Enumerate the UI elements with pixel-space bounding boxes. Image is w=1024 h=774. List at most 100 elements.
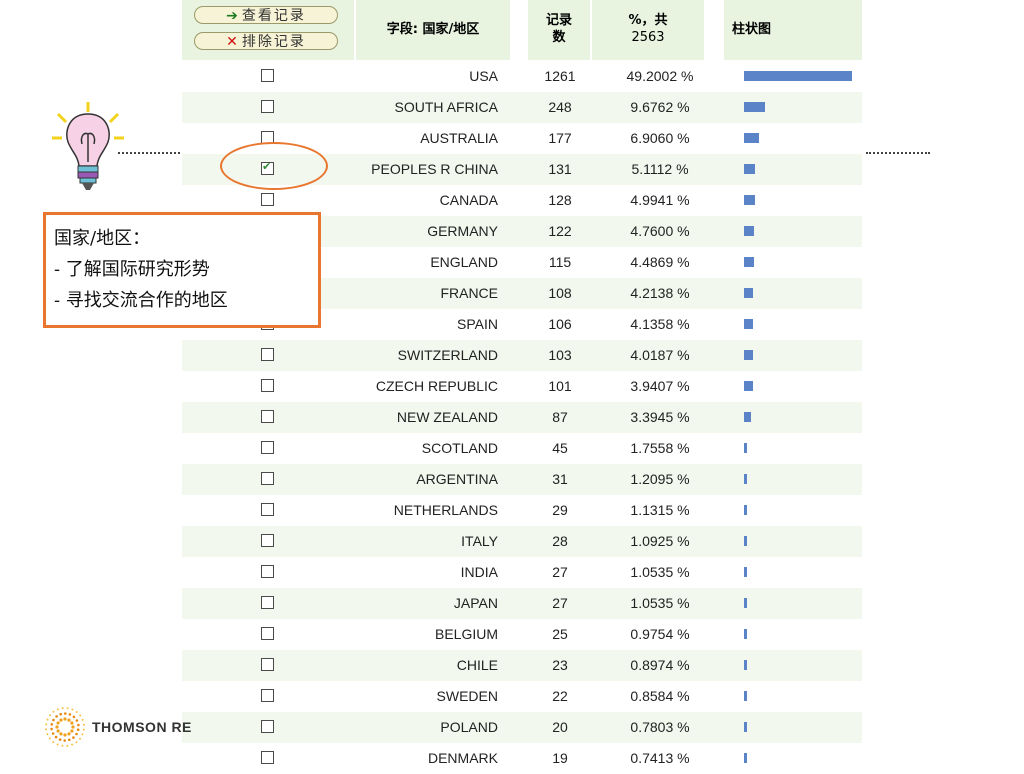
percent-value: 0.8974 % [630, 657, 690, 673]
share-bar [744, 350, 753, 360]
record-count: 45 [552, 440, 568, 456]
percent-value: 6.9060 % [630, 130, 690, 146]
thomson-logo-icon [44, 706, 86, 748]
record-count: 28 [552, 533, 568, 549]
share-bar [744, 381, 753, 391]
record-count: 115 [548, 254, 572, 270]
share-bar [744, 319, 753, 329]
row-checkbox[interactable] [261, 410, 274, 423]
row-checkbox[interactable] [261, 720, 274, 733]
percent-value: 3.9407 % [630, 378, 690, 394]
record-count: 128 [548, 192, 572, 208]
header-field-cell: 字段: 国家/地区 [356, 0, 510, 60]
country-name: USA [469, 68, 498, 84]
table-row: INDIA 27 1.0535 % [182, 557, 862, 588]
record-count: 22 [552, 688, 568, 704]
share-bar [744, 288, 753, 298]
header-chart: 柱状图 [732, 22, 772, 37]
logo-text: THOMSON RE [92, 719, 192, 735]
record-count: 29 [552, 502, 568, 518]
country-name: CANADA [439, 192, 498, 208]
record-count: 25 [552, 626, 568, 642]
percent-value: 1.2095 % [630, 471, 690, 487]
header-pct: %，共 2563 [628, 13, 668, 45]
row-checkbox[interactable] [261, 658, 274, 671]
share-bar [744, 412, 751, 422]
country-name: NETHERLANDS [393, 502, 498, 518]
share-bar [744, 660, 747, 670]
country-name: ARGENTINA [416, 471, 498, 487]
percent-value: 1.1315 % [630, 502, 690, 518]
row-checkbox[interactable] [261, 689, 274, 702]
share-bar [744, 753, 747, 763]
record-count: 1261 [544, 68, 576, 84]
row-checkbox[interactable] [261, 503, 274, 516]
view-records-button[interactable]: ➔ 查看记录 [194, 6, 338, 24]
percent-value: 0.8584 % [630, 688, 690, 704]
percent-value: 0.7803 % [630, 719, 690, 735]
row-checkbox[interactable] [261, 100, 274, 113]
percent-value: 1.0535 % [630, 564, 690, 580]
row-checkbox[interactable] [261, 534, 274, 547]
row-checkbox[interactable] [261, 596, 274, 609]
record-count: 19 [552, 750, 568, 766]
row-checkbox[interactable] [261, 441, 274, 454]
record-count: 101 [548, 378, 572, 394]
annotation-box: 国家/地区： - 了解国际研究形势 - 寻找交流合作的地区 [43, 212, 321, 328]
country-name: BELGIUM [434, 626, 498, 642]
row-checkbox[interactable] [261, 69, 274, 82]
table-row: ARGENTINA 31 1.2095 % [182, 464, 862, 495]
x-mark-icon: ✕ [226, 34, 238, 50]
share-bar [744, 629, 747, 639]
table-row: CZECH REPUBLIC 101 3.9407 % [182, 371, 862, 402]
share-bar [744, 71, 852, 81]
row-checkbox[interactable] [261, 379, 274, 392]
percent-value: 4.0187 % [630, 347, 690, 363]
share-bar [744, 102, 765, 112]
arrow-right-icon: ➔ [226, 8, 238, 24]
percent-value: 4.9941 % [630, 192, 690, 208]
share-bar [744, 474, 747, 484]
percent-value: 4.7600 % [630, 223, 690, 239]
share-bar [744, 195, 755, 205]
share-bar [744, 536, 747, 546]
table-row: SOUTH AFRICA 248 9.6762 % [182, 92, 862, 123]
table-row: SWEDEN 22 0.8584 % [182, 681, 862, 712]
header-count: 记录 数 [545, 13, 572, 45]
row-checkbox[interactable] [261, 193, 274, 206]
country-name: CHILE [456, 657, 498, 673]
header-actions-cell: ➔ 查看记录 ✕ 排除记录 [182, 0, 354, 60]
record-count: 131 [548, 161, 572, 177]
country-name: ENGLAND [430, 254, 498, 270]
record-count: 23 [552, 657, 568, 673]
share-bar [744, 133, 759, 143]
row-checkbox[interactable] [261, 565, 274, 578]
record-count: 108 [548, 285, 572, 301]
row-checkbox[interactable] [261, 472, 274, 485]
percent-value: 1.0925 % [630, 533, 690, 549]
percent-value: 4.1358 % [630, 316, 690, 332]
table-row: NETHERLANDS 29 1.1315 % [182, 495, 862, 526]
highlight-ellipse [220, 142, 328, 190]
record-count: 248 [548, 99, 572, 115]
percent-value: 3.3945 % [630, 409, 690, 425]
country-name: SCOTLAND [421, 440, 498, 456]
percent-value: 4.4869 % [630, 254, 690, 270]
connector-right [866, 152, 930, 154]
record-count: 87 [552, 409, 568, 425]
country-name: AUSTRALIA [420, 130, 498, 146]
share-bar [744, 443, 747, 453]
percent-value: 4.2138 % [630, 285, 690, 301]
country-name: GERMANY [427, 223, 498, 239]
country-name: DENMARK [427, 750, 498, 766]
record-count: 27 [552, 564, 568, 580]
row-checkbox[interactable] [261, 751, 274, 764]
annotation-line-2: - 寻找交流合作的地区 [54, 290, 228, 311]
row-checkbox[interactable] [261, 627, 274, 640]
percent-value: 1.0535 % [630, 595, 690, 611]
exclude-records-button[interactable]: ✕ 排除记录 [194, 32, 338, 50]
country-name: CZECH REPUBLIC [375, 378, 498, 394]
annotation-title: 国家/地区： [54, 228, 151, 249]
row-checkbox[interactable] [261, 348, 274, 361]
percent-value: 0.7413 % [630, 750, 690, 766]
